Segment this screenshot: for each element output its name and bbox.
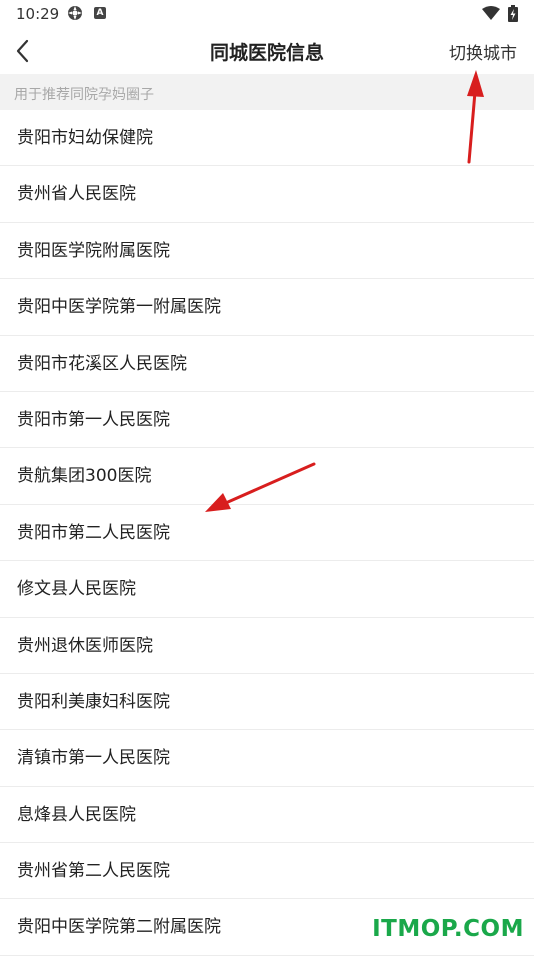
hospital-list-item[interactable]: 贵阳市第二人民医院 [0, 505, 534, 562]
switch-city-button[interactable]: 切换城市 [449, 39, 517, 64]
hospital-list-item[interactable]: 修文县人民医院 [0, 561, 534, 618]
hint-text: 用于推荐同院孕妈圈子 [14, 87, 154, 103]
hospital-list-item[interactable]: 贵阳利美康妇科医院 [0, 674, 534, 731]
hospital-list: 贵阳市妇幼保健院 贵州省人民医院 贵阳医学院附属医院 贵阳中医学院第一附属医院 … [0, 110, 534, 956]
settings-gear-icon [68, 6, 82, 20]
hospital-list-item[interactable]: 贵阳市妇幼保健院 [0, 110, 534, 167]
hospital-list-item[interactable]: 贵州退休医师医院 [0, 618, 534, 674]
status-time: 10:29 [16, 5, 60, 23]
status-bar: 10:29 A [0, 0, 534, 28]
hospital-list-item[interactable]: 贵阳市花溪区人民医院 [0, 336, 534, 392]
hospital-list-item[interactable]: 清镇市第一人民医院 [0, 730, 534, 787]
watermark-logo: ITMOP.COM [372, 916, 524, 942]
hospital-list-item[interactable]: 贵航集团300医院 [0, 448, 534, 505]
hospital-list-item[interactable]: 贵阳医学院附属医院 [0, 223, 534, 280]
hospital-list-item[interactable]: 贵州省第二人民医院 [0, 843, 534, 900]
battery-icon [508, 5, 518, 22]
hospital-list-item[interactable]: 息烽县人民医院 [0, 787, 534, 844]
hospital-list-item[interactable]: 贵阳市第一人民医院 [0, 392, 534, 449]
hospital-list-item[interactable]: 贵州省人民医院 [0, 166, 534, 223]
hospital-list-item[interactable]: 贵阳中医学院第一附属医院 [0, 279, 534, 336]
header-bar: 同城医院信息 切换城市 [0, 28, 534, 74]
a-notification-icon: A [94, 7, 106, 19]
wifi-icon [482, 6, 500, 20]
hint-bar: 用于推荐同院孕妈圈子 [0, 74, 534, 110]
